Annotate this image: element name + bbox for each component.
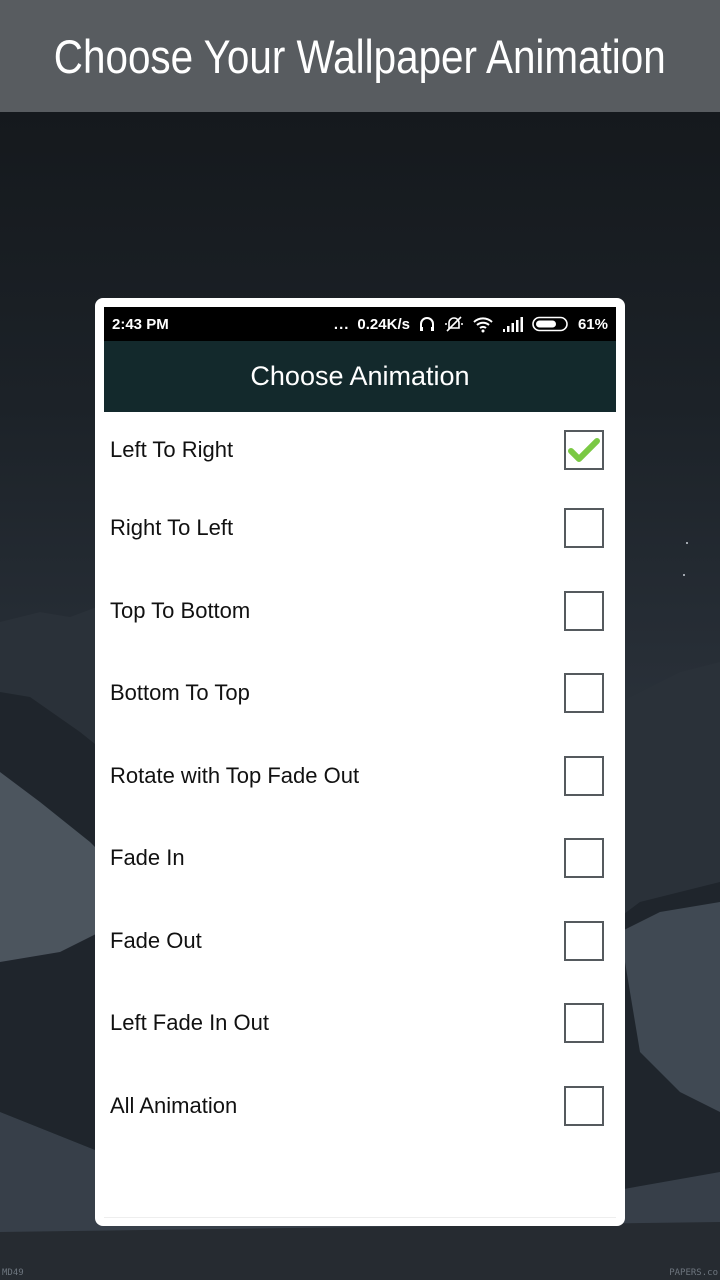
option-checkbox[interactable]	[564, 673, 604, 714]
app-bar: Choose Animation	[104, 341, 616, 412]
status-bar: 2:43 PM ... 0.24K/s 61%	[104, 307, 616, 341]
checkmark-icon	[568, 437, 600, 462]
animation-option[interactable]: Bottom To Top	[104, 652, 616, 735]
divider	[104, 1217, 616, 1218]
animation-option[interactable]: Fade Out	[104, 900, 616, 983]
option-checkbox[interactable]	[564, 755, 604, 796]
star	[686, 542, 688, 544]
star	[683, 574, 685, 576]
option-label: Left To Right	[110, 436, 234, 462]
headphones-icon	[418, 315, 436, 333]
wifi-icon	[472, 315, 494, 333]
status-time: 2:43 PM	[112, 315, 169, 333]
animation-option[interactable]: Rotate with Top Fade Out	[104, 735, 616, 818]
option-label: Left Fade In Out	[110, 1010, 269, 1036]
animation-option[interactable]: Left Fade In Out	[104, 982, 616, 1065]
option-checkbox[interactable]	[564, 1003, 604, 1044]
notifications-muted-icon	[444, 315, 464, 333]
battery-icon	[532, 316, 570, 332]
animation-option-list: Left To Right Right To Left Top To Botto…	[104, 412, 616, 1147]
status-icons: ... 0.24K/s 61%	[334, 315, 608, 333]
option-checkbox[interactable]	[564, 920, 604, 961]
option-label: Top To Bottom	[110, 597, 251, 623]
option-label: Rotate with Top Fade Out	[110, 762, 360, 788]
more-notifications-icon: ...	[333, 315, 350, 333]
header-banner: Choose Your Wallpaper Animation	[0, 0, 720, 112]
network-speed: 0.24K/s	[357, 315, 410, 333]
animation-option[interactable]: Fade In	[104, 817, 616, 900]
battery-percent: 61%	[577, 315, 608, 333]
option-label: Fade In	[110, 845, 185, 871]
option-label: Fade Out	[110, 927, 202, 953]
option-checkbox[interactable]	[564, 838, 604, 879]
watermark-right: PAPERS.co	[669, 1268, 718, 1278]
animation-option[interactable]: Left To Right	[104, 412, 616, 487]
signal-icon	[502, 316, 524, 332]
phone-screenshot-card: 2:43 PM ... 0.24K/s 61% Choose Animation	[95, 298, 625, 1226]
option-label: All Animation	[110, 1092, 238, 1118]
animation-option[interactable]: Right To Left	[104, 487, 616, 570]
option-label: Right To Left	[110, 515, 234, 541]
option-checkbox[interactable]	[564, 508, 604, 549]
animation-option[interactable]: Top To Bottom	[104, 570, 616, 653]
watermark-left: MD49	[2, 1268, 24, 1278]
option-checkbox[interactable]	[564, 590, 604, 631]
option-checkbox[interactable]	[564, 429, 604, 470]
banner-title: Choose Your Wallpaper Animation	[54, 29, 666, 83]
option-label: Bottom To Top	[110, 680, 250, 706]
animation-option[interactable]: All Animation	[104, 1065, 616, 1148]
option-checkbox[interactable]	[564, 1085, 604, 1126]
dialog-title: Choose Animation	[250, 361, 470, 391]
